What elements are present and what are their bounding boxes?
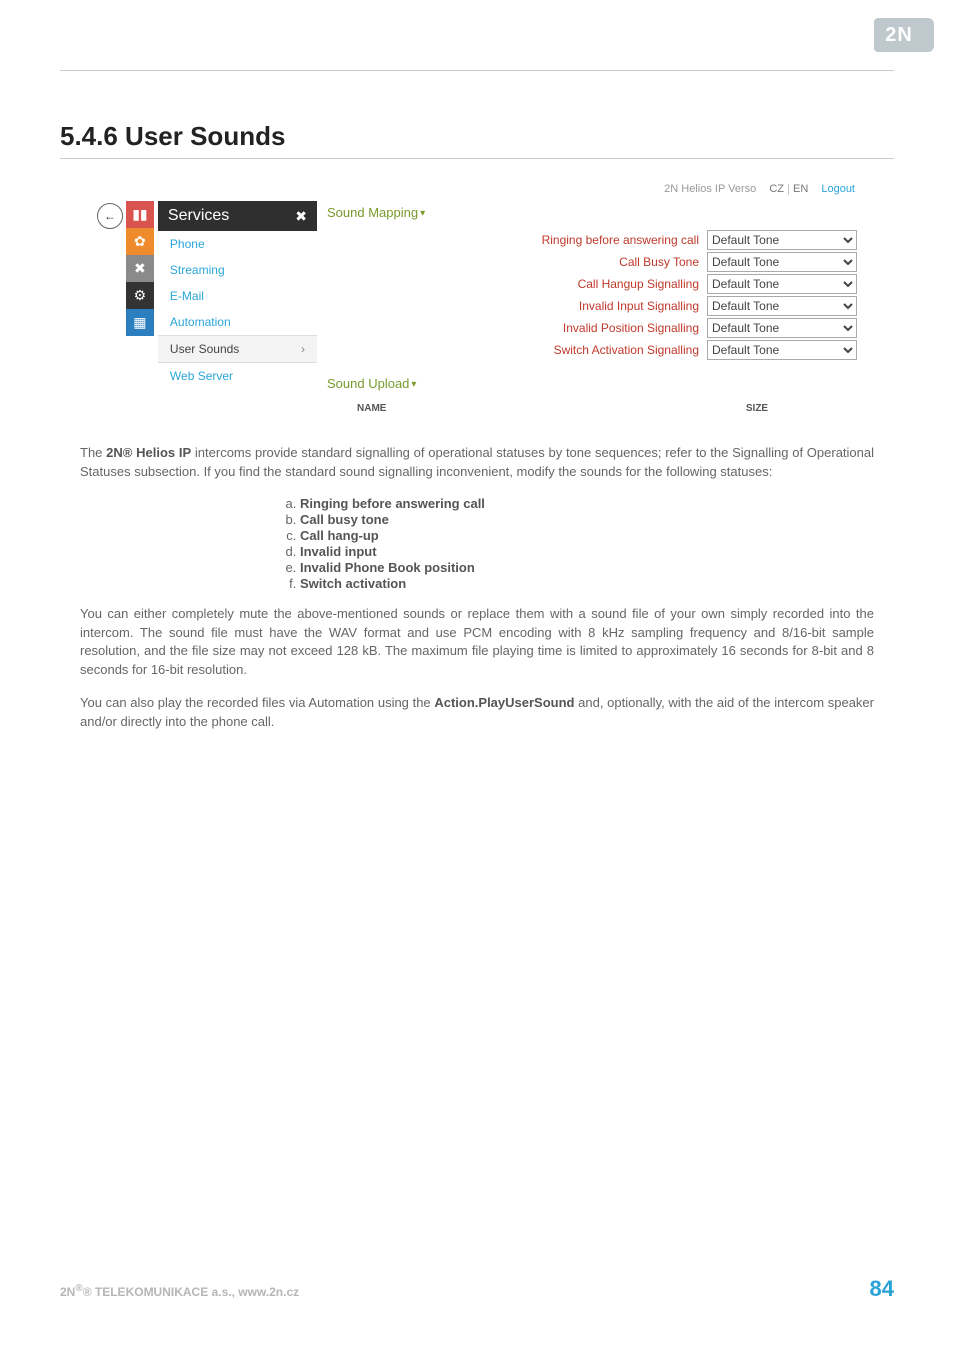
status-list: Ringing before answering call Call busy … <box>260 496 874 591</box>
row-select[interactable]: Default Tone <box>707 252 857 272</box>
list-item: Invalid input <box>300 544 874 559</box>
page-footer: 2N®® TELEKOMUNIKACE a.s., www.2n.cz 84 <box>60 1276 894 1302</box>
mapping-row: Call Hangup Signalling Default Tone <box>327 274 857 294</box>
product-name: 2N Helios IP Verso <box>664 183 756 195</box>
back-button[interactable]: ← <box>97 203 123 229</box>
tools-icon: ✖ <box>295 208 307 225</box>
top-rule <box>60 70 894 71</box>
brand-logo: 2N <box>874 18 924 52</box>
paragraph: The 2N® Helios IP intercoms provide stan… <box>80 444 874 482</box>
lang-switch[interactable]: CZ | EN <box>769 183 811 195</box>
logout-link[interactable]: Logout <box>821 183 855 195</box>
sound-mapping-toggle[interactable]: Sound Mapping▾ <box>327 205 425 220</box>
mapping-row: Call Busy Tone Default Tone <box>327 252 857 272</box>
strip-icon[interactable]: ▦ <box>126 309 154 336</box>
sidebar-item-streaming[interactable]: Streaming <box>158 257 317 283</box>
sidebar-item-web-server[interactable]: Web Server <box>158 363 317 389</box>
screenshot: 2N Helios IP Verso CZ | EN Logout ← ▮▮ ✿… <box>97 179 857 414</box>
row-label: Ringing before answering call <box>542 233 699 247</box>
chevron-right-icon: › <box>301 342 305 356</box>
list-item: Invalid Phone Book position <box>300 560 874 575</box>
sidebar: Services ✖ Phone Streaming E-Mail Automa… <box>158 201 317 414</box>
list-item: Ringing before answering call <box>300 496 874 511</box>
row-select[interactable]: Default Tone <box>707 340 857 360</box>
mapping-row: Switch Activation Signalling Default Ton… <box>327 340 857 360</box>
strip-icon[interactable]: ▮▮ <box>126 201 154 228</box>
sidebar-item-automation[interactable]: Automation <box>158 309 317 335</box>
screenshot-topbar: 2N Helios IP Verso CZ | EN Logout <box>97 179 857 201</box>
mapping-row: Ringing before answering call Default To… <box>327 230 857 250</box>
sidebar-item-email[interactable]: E-Mail <box>158 283 317 309</box>
row-label: Invalid Position Signalling <box>563 321 699 335</box>
sidebar-title: Services ✖ <box>158 201 317 231</box>
title-rule <box>60 158 894 159</box>
row-label: Call Busy Tone <box>619 255 699 269</box>
list-item: Call busy tone <box>300 512 874 527</box>
strip-icon[interactable]: ⚙ <box>126 282 154 309</box>
nav-strip: ▮▮ ✿ ✖ ⚙ ▦ <box>126 201 154 414</box>
row-select[interactable]: Default Tone <box>707 296 857 316</box>
sidebar-item-user-sounds[interactable]: User Sounds › <box>158 335 317 363</box>
footer-text: 2N®® TELEKOMUNIKACE a.s., www.2n.cz <box>60 1283 299 1299</box>
row-select[interactable]: Default Tone <box>707 274 857 294</box>
row-select[interactable]: Default Tone <box>707 318 857 338</box>
row-select[interactable]: Default Tone <box>707 230 857 250</box>
page-number: 84 <box>870 1276 894 1302</box>
strip-icon[interactable]: ✖ <box>126 255 154 282</box>
row-label: Invalid Input Signalling <box>579 299 699 313</box>
paragraph: You can also play the recorded files via… <box>80 694 874 732</box>
row-label: Switch Activation Signalling <box>554 343 699 357</box>
list-item: Call hang-up <box>300 528 874 543</box>
mapping-row: Invalid Position Signalling Default Tone <box>327 318 857 338</box>
strip-icon[interactable]: ✿ <box>126 228 154 255</box>
paragraph: You can either completely mute the above… <box>80 605 874 680</box>
sound-upload-toggle[interactable]: Sound Upload▾ <box>327 376 416 391</box>
page-title: 5.4.6 User Sounds <box>60 121 894 152</box>
mapping-row: Invalid Input Signalling Default Tone <box>327 296 857 316</box>
col-size: SIZE <box>657 403 857 414</box>
sidebar-item-phone[interactable]: Phone <box>158 231 317 257</box>
col-name: NAME <box>327 403 657 414</box>
row-label: Call Hangup Signalling <box>578 277 699 291</box>
panel: Sound Mapping▾ Ringing before answering … <box>317 201 857 414</box>
list-item: Switch activation <box>300 576 874 591</box>
upload-header: NAME SIZE <box>327 403 857 414</box>
